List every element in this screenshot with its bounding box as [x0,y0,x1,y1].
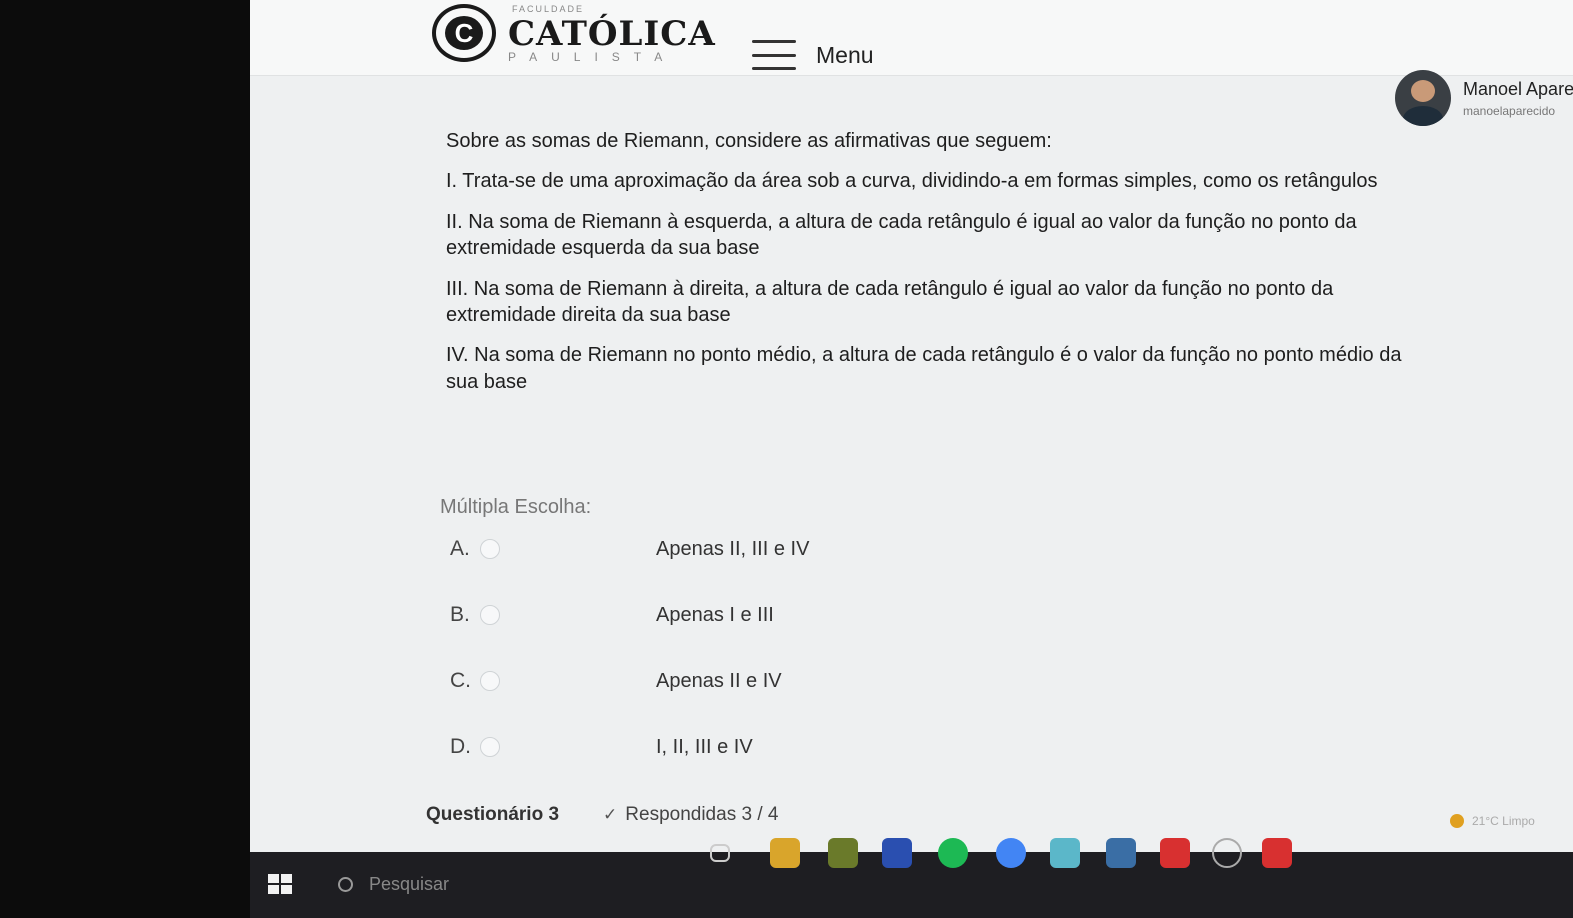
logo-c-icon: C [432,4,496,62]
hamburger-icon [752,40,796,70]
monitor-bezel [0,0,250,918]
weather-icon [1450,814,1464,828]
option-text: I, II, III e IV [656,735,753,758]
weather-widget[interactable]: 21°C Limpo [1450,814,1535,828]
youtube-icon[interactable] [1262,838,1292,868]
answered-counter: ✓ Respondidas 3 / 4 [603,804,778,826]
option-a[interactable]: A. Apenas II, III e IV [450,534,870,564]
radio-button[interactable] [480,605,500,625]
menu-button[interactable]: Menu [752,40,874,70]
app-icon[interactable] [1050,838,1080,868]
spotify-icon[interactable] [938,838,968,868]
app-icon[interactable] [1212,838,1242,868]
app-icon[interactable] [770,838,800,868]
option-b[interactable]: B. Apenas I e III [450,600,870,630]
quiz-footer: Questionário 3 ✓ Respondidas 3 / 4 [426,804,778,826]
quiz-content: Sobre as somas de Riemann, considere as … [250,76,1573,860]
logo-small-text: FACULDADE [512,4,585,14]
question-text: Sobre as somas de Riemann, considere as … [446,128,1426,409]
radio-button[interactable] [480,671,500,691]
app-icon[interactable] [1106,838,1136,868]
question-intro: Sobre as somas de Riemann, considere as … [446,130,1052,152]
check-icon: ✓ [603,805,618,824]
windows-start-icon[interactable] [268,874,292,894]
statement-iv: IV. Na soma de Riemann no ponto médio, a… [446,344,1402,393]
statement-iii: III. Na soma de Riemann à direita, a alt… [446,277,1334,326]
task-view-icon[interactable] [710,844,730,862]
catolica-logo[interactable]: C FACULDADE CATÓLICA PAULISTA [432,2,716,64]
option-text: Apenas II, III e IV [656,537,810,560]
app-icon[interactable] [828,838,858,868]
logo-name: CATÓLICA [508,14,716,54]
option-d[interactable]: D. I, II, III e IV [450,732,870,762]
taskbar-search[interactable]: Pesquisar [328,862,688,906]
youtube-icon[interactable] [1160,838,1190,868]
app-icon[interactable] [882,838,912,868]
option-c[interactable]: C. Apenas II e IV [450,666,870,696]
answered-text: Respondidas 3 / 4 [625,804,779,825]
statement-i: I. Trata-se de uma aproximação da área s… [446,170,1378,193]
option-letter: D. [450,735,471,758]
chrome-icon[interactable] [996,838,1026,868]
multiple-choice-label: Múltipla Escolha: [440,496,592,518]
radio-button[interactable] [480,737,500,757]
windows-taskbar: Pesquisar [250,838,1573,918]
option-letter: C. [450,669,471,692]
option-text: Apenas I e III [656,603,774,626]
option-letter: A. [450,537,470,560]
radio-button[interactable] [480,539,500,559]
option-letter: B. [450,603,470,626]
statement-ii: II. Na soma de Riemann à esquerda, a alt… [446,210,1357,260]
site-header: C FACULDADE CATÓLICA PAULISTA Menu [250,0,1573,76]
quiz-name: Questionário 3 [426,804,560,825]
search-icon [338,876,353,892]
weather-text: 21°C Limpo [1472,814,1535,828]
menu-label: Menu [816,41,874,68]
search-placeholder: Pesquisar [369,873,450,894]
browser-screen: C FACULDADE CATÓLICA PAULISTA Menu Manoe… [250,0,1573,860]
option-text: Apenas II e IV [656,669,782,692]
